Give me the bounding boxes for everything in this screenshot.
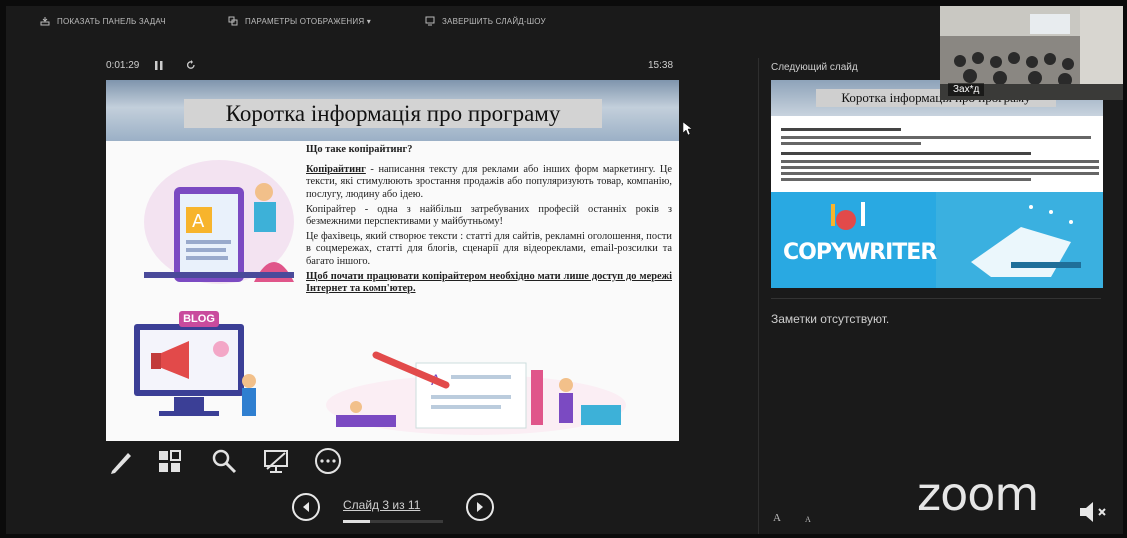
slide-progress-bar: [343, 520, 443, 523]
end-slideshow-button[interactable]: ЗАВЕРШИТЬ СЛАЙД-ШОУ: [425, 16, 546, 26]
svg-text:A: A: [192, 211, 205, 232]
zoom-logo: zoom: [917, 467, 1039, 521]
more-options-icon[interactable]: [314, 447, 342, 475]
slide-title: Коротка інформація про програму: [184, 99, 602, 128]
chevron-left-icon: [303, 502, 309, 512]
term-copywriting: Копірайтинг: [306, 164, 366, 176]
display-settings-label: ПАРАМЕТРЫ ОТОБРАЖЕНИЯ ▾: [245, 16, 371, 26]
pause-icon[interactable]: [155, 61, 163, 70]
black-screen-icon[interactable]: [262, 447, 290, 475]
next-slide-text-lines: [781, 128, 1099, 181]
notes-separator: [771, 298, 1101, 299]
display-settings-button[interactable]: ПАРАМЕТРЫ ОТОБРАЖЕНИЯ ▾: [228, 16, 371, 26]
copywriter-text: Копірайтер - одна з найбільш затребувани…: [306, 203, 672, 228]
previous-slide-button[interactable]: [292, 493, 320, 521]
copywriter-word: COPYWRITER: [783, 240, 937, 265]
slide-progress-fill: [343, 520, 371, 523]
taskbar-icon: [40, 17, 50, 26]
next-slide-preview[interactable]: Коротка інформація про програму COPYWRIT…: [771, 80, 1103, 288]
clock: 15:38: [648, 60, 674, 71]
blog-illustration: BLOG: [129, 309, 274, 421]
zoom-slide-icon[interactable]: [210, 447, 238, 475]
current-slide[interactable]: Коротка інформація про програму A BLOG Щ…: [106, 80, 679, 441]
participant-video[interactable]: Зах*д: [940, 6, 1123, 100]
participant-name: Зах*д: [948, 83, 985, 96]
display-settings-icon: [228, 16, 238, 26]
elapsed-time: 0:01:29: [106, 60, 140, 71]
writer-illustration: A: [326, 351, 626, 435]
slide-counter[interactable]: Слайд 3 из 11: [343, 498, 420, 512]
next-slide-button[interactable]: [466, 493, 494, 521]
specialist-text: Це фахівець, який створює тексти : статт…: [306, 231, 672, 267]
next-slide-image: COPYWRITER: [771, 192, 1103, 288]
all-slides-icon[interactable]: [156, 447, 184, 475]
elapsed-timer: 0:01:29: [106, 60, 139, 71]
show-taskbar-label: ПОКАЗАТЬ ПАНЕЛЬ ЗАДАЧ: [57, 16, 166, 26]
end-slideshow-icon: [425, 16, 435, 26]
reset-timer-icon[interactable]: [186, 60, 196, 70]
speaker-muted-icon[interactable]: [1078, 500, 1112, 524]
chevron-right-icon: [477, 502, 483, 512]
copywriting-illustration: A: [144, 160, 294, 284]
mouse-cursor-icon: [683, 122, 692, 136]
slide-body: Що таке копірайтинг? Копірайтинг - напис…: [306, 144, 672, 298]
question-heading: Що таке копірайтинг?: [306, 144, 413, 155]
increase-font-button[interactable]: A: [773, 512, 781, 524]
speaker-notes[interactable]: Заметки отсутствуют.: [771, 312, 889, 326]
end-slideshow-label: ЗАВЕРШИТЬ СЛАЙД-ШОУ: [442, 16, 546, 26]
decrease-font-button[interactable]: A: [805, 515, 811, 524]
pane-divider: [758, 58, 759, 534]
next-slide-label: Следующий слайд: [771, 62, 858, 73]
blog-label: BLOG: [179, 311, 219, 327]
show-taskbar-button[interactable]: ПОКАЗАТЬ ПАНЕЛЬ ЗАДАЧ: [40, 16, 166, 26]
start-text: Щоб почати працювати копірайтером необхі…: [306, 270, 672, 295]
pen-icon[interactable]: [108, 447, 136, 475]
